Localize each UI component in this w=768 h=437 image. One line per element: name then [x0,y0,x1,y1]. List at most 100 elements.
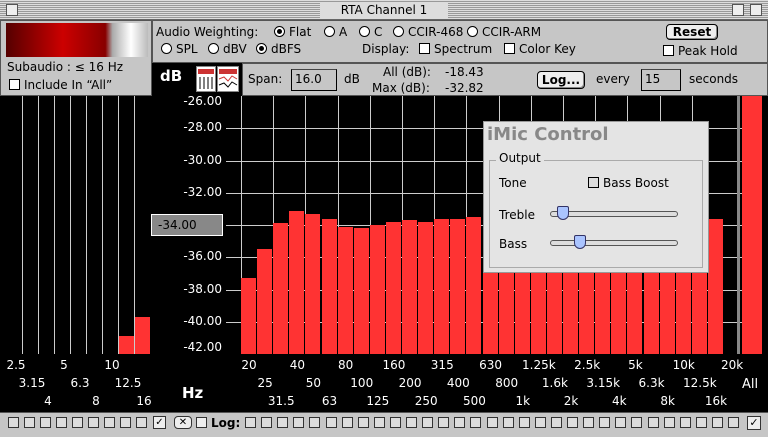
log-all-checkbox[interactable] [196,417,207,428]
treble-slider[interactable] [550,206,678,220]
grid-line [86,96,87,354]
band-log-checkbox[interactable] [24,417,35,428]
log-interval-field[interactable]: 15 [641,69,681,91]
units-spl-radio[interactable]: SPL [161,42,198,56]
peak-hold-checkbox[interactable]: Peak Hold [663,44,738,58]
units-dbfs-radio[interactable]: dBFS [256,42,301,56]
band-log-checkbox[interactable] [309,417,321,428]
band-log-checkbox[interactable] [293,417,305,428]
zoom-box[interactable] [732,4,744,16]
band-log-checkbox[interactable] [647,417,659,428]
include-all-checkbox[interactable]: Include In “All” [9,78,112,92]
hz-label: Hz [182,384,204,402]
frequency-label: 16 [136,394,152,408]
db-tick-label: -28.00 [183,120,222,135]
band-log-checkbox[interactable] [341,417,353,428]
collapse-box[interactable] [750,4,762,16]
band-log-checkbox[interactable] [518,417,530,428]
band-log-checkbox[interactable] [502,417,514,428]
frequency-label: 16k [704,394,728,408]
grid-line [118,96,119,354]
frequency-label: 25 [257,376,273,390]
band-log-checkbox[interactable] [486,417,498,428]
clear-all-button[interactable]: ✕ [174,416,192,429]
span-field[interactable]: 16.0 [291,69,337,91]
db-header: dB [152,63,242,96]
treble-slider-thumb[interactable] [556,206,569,220]
imic-control-window[interactable]: iMic Control Output Tone Bass Boost Treb… [483,121,709,273]
log-all-band-checkbox[interactable]: ✓ [747,416,761,430]
bass-slider[interactable] [550,235,678,249]
band-log-checkbox[interactable] [8,417,19,428]
level-marker-field[interactable]: -34.00 [151,214,223,236]
band-bar [305,213,321,354]
weighting-ccirarm-radio[interactable]: CCIR-ARM [467,25,541,39]
waterfall-view-icon[interactable] [217,66,239,92]
band-log-checkbox[interactable] [88,417,99,428]
band-log-checkbox[interactable] [728,417,739,428]
bar-view-icon[interactable] [196,66,216,92]
band-log-checkbox[interactable] [373,417,385,428]
bass-boost-checkbox[interactable]: Bass Boost [588,176,669,190]
weighting-flat-radio[interactable]: Flat [274,25,311,39]
band-log-checkbox[interactable] [136,417,147,428]
weighting-ccir468-radio[interactable]: CCIR-468 [393,25,463,39]
frequency-label: 6.3 [70,376,90,390]
check-all-button[interactable]: ✓ [153,416,166,429]
band-log-checkbox[interactable] [679,417,691,428]
frequency-label: 100 [350,376,374,390]
band-log-checkbox[interactable] [534,417,546,428]
color-key-checkbox[interactable]: Color Key [504,42,576,56]
frequency-label: 10k [672,358,695,372]
subaudio-plot [6,96,150,354]
band-log-checkbox[interactable] [438,417,450,428]
output-group-label: Output [496,151,544,165]
db-tick-label: -36.00 [183,249,222,264]
band-log-checkbox[interactable] [631,417,643,428]
band-log-checkbox[interactable] [470,417,482,428]
units-dbv-radio[interactable]: dBV [208,42,247,56]
bass-boost-label: Bass Boost [603,176,669,190]
spectrum-checkbox[interactable]: Spectrum [419,42,492,56]
weighting-c-radio[interactable]: C [359,25,382,39]
band-log-checkbox[interactable] [711,417,723,428]
band-log-checkbox[interactable] [567,417,578,428]
frequency-label: 3.15 [18,376,46,390]
all-db-value: -18.43 [445,65,484,79]
band-log-checkbox[interactable] [104,417,115,428]
band-log-checkbox[interactable] [389,417,401,428]
band-log-checkbox[interactable] [261,417,273,428]
band-log-checkbox[interactable] [277,417,289,428]
band-log-checkbox[interactable] [245,417,256,428]
band-log-checkbox[interactable] [422,417,434,428]
band-log-checkbox[interactable] [695,417,707,428]
band-log-checkbox[interactable] [40,417,51,428]
band-log-checkbox[interactable] [120,417,131,428]
frequency-label: 63 [321,394,338,408]
band-bar [402,220,418,354]
band-log-checkbox[interactable] [406,417,417,428]
band-log-checkbox[interactable] [72,417,83,428]
band-bar [241,278,257,354]
close-box[interactable] [6,4,18,16]
band-log-checkbox[interactable] [56,417,67,428]
log-button[interactable]: Log... [537,71,585,89]
max-db-label: Max (dB): [372,81,430,95]
band-bar [707,218,723,354]
band-bar [369,225,385,354]
title-bar[interactable]: RTA Channel 1 [0,0,768,20]
band-log-checkbox[interactable] [357,417,369,428]
reset-button[interactable]: Reset [666,24,718,40]
bass-slider-thumb[interactable] [573,235,586,249]
band-log-checkbox[interactable] [550,417,562,428]
band-log-checkbox[interactable] [325,417,337,428]
band-log-checkbox[interactable] [454,417,466,428]
frequency-label: 12.5 [114,376,142,390]
band-log-checkbox[interactable] [663,417,675,428]
band-log-checkbox[interactable] [615,417,627,428]
band-bar [385,221,401,354]
max-db-value: -32.82 [445,81,484,95]
band-log-checkbox[interactable] [583,417,595,428]
band-log-checkbox[interactable] [599,417,611,428]
weighting-a-radio[interactable]: A [324,25,347,39]
